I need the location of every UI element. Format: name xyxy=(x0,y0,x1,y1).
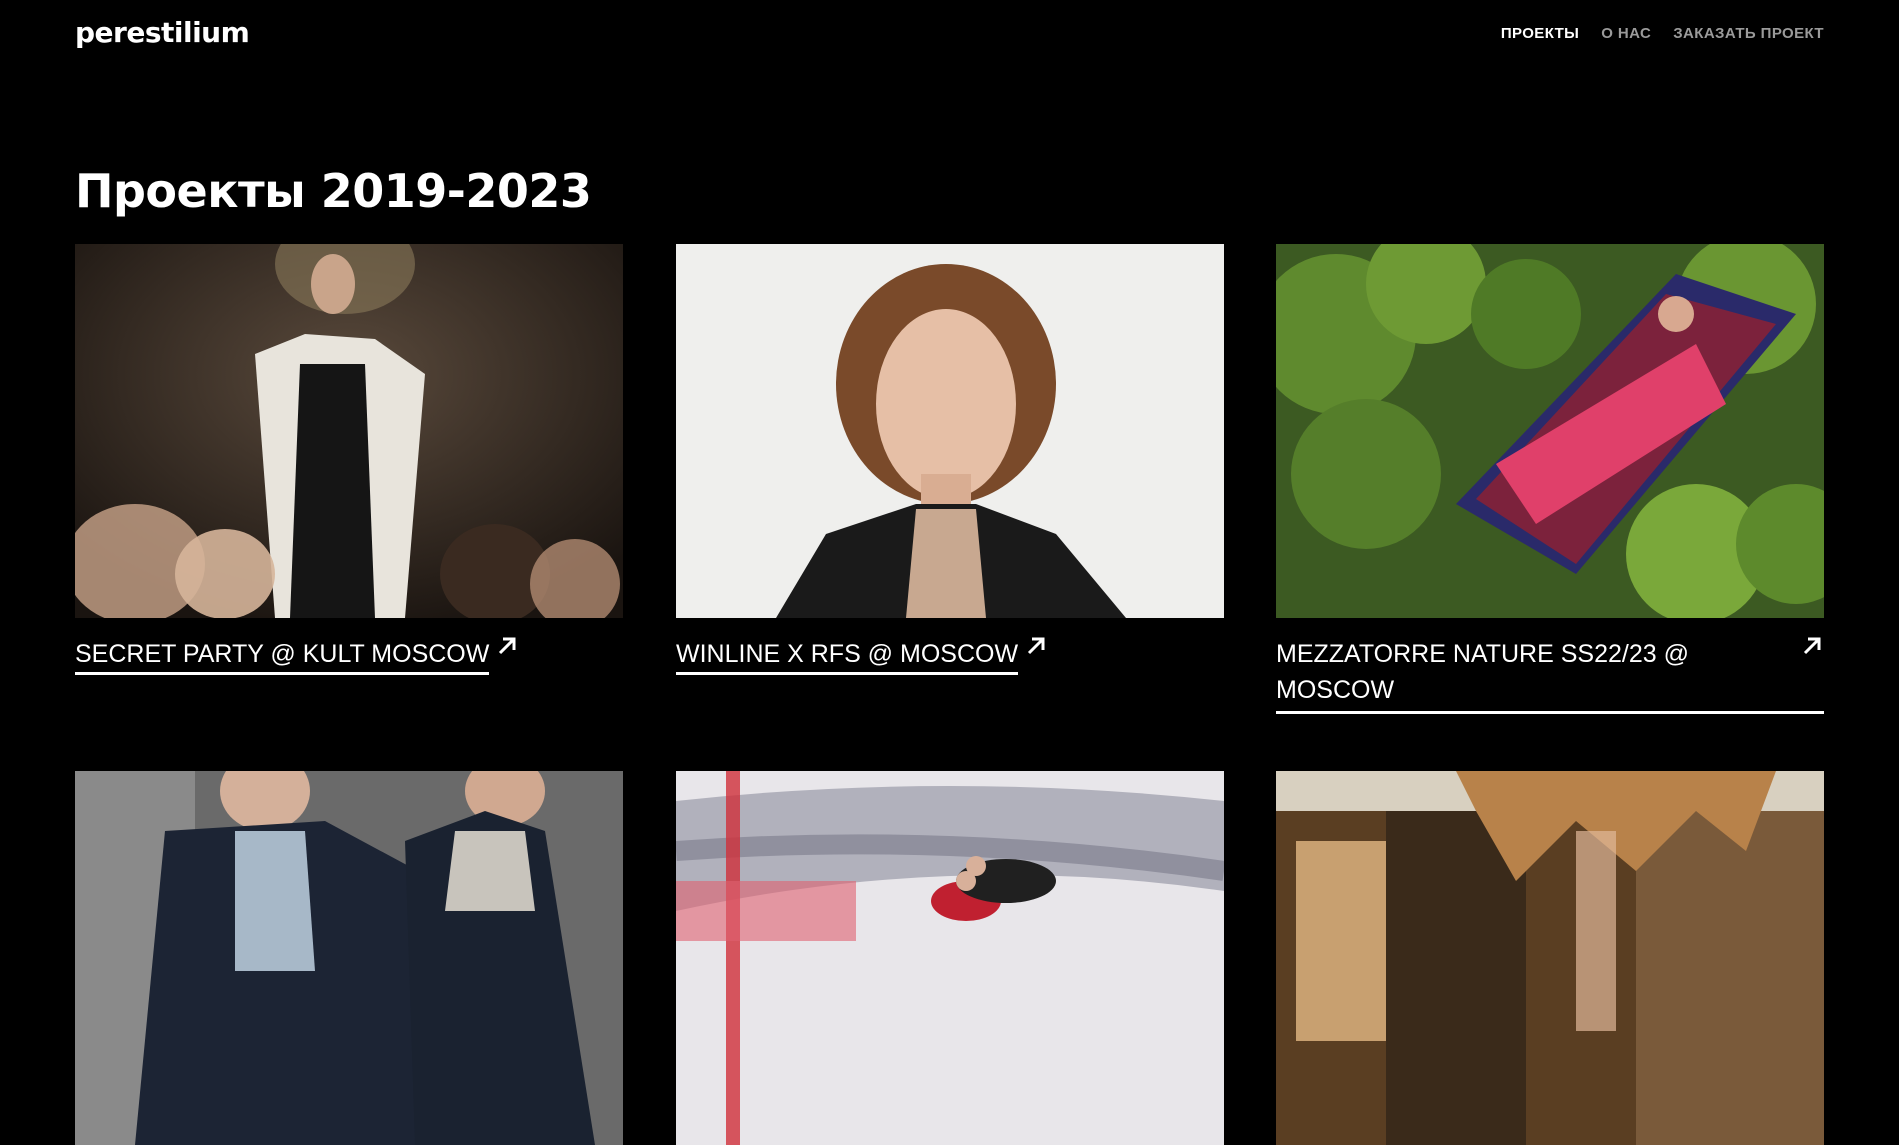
project-card xyxy=(1276,771,1824,1145)
page-title: Проекты 2019-2023 xyxy=(75,164,592,218)
project-image-4[interactable] xyxy=(75,771,623,1145)
project-card xyxy=(75,771,623,1145)
project-title-link[interactable]: WINLINE X RFS @ MOSCOW xyxy=(676,636,1019,675)
project-image-5[interactable] xyxy=(676,771,1224,1145)
project-image-secret-party[interactable] xyxy=(75,244,623,618)
main-nav: ПРОЕКТЫ О НАС ЗАКАЗАТЬ ПРОЕКТ xyxy=(1501,25,1824,42)
project-image-6[interactable] xyxy=(1276,771,1824,1145)
nav-item-order-project[interactable]: ЗАКАЗАТЬ ПРОЕКТ xyxy=(1673,25,1824,42)
project-title-link[interactable]: MEZZATORRE NATURE SS22/23 @ MOSCOW xyxy=(1276,636,1716,708)
project-caption: MEZZATORRE NATURE SS22/23 @ MOSCOW xyxy=(1276,636,1824,714)
project-card: MEZZATORRE NATURE SS22/23 @ MOSCOW xyxy=(1276,244,1824,714)
project-caption: SECRET PARTY @ KULT MOSCOW xyxy=(75,636,519,675)
project-card: WINLINE X RFS @ MOSCOW xyxy=(676,244,1224,675)
project-card: SECRET PARTY @ KULT MOSCOW xyxy=(75,244,623,675)
arrow-up-right-icon[interactable] xyxy=(1800,634,1824,658)
nav-item-about[interactable]: О НАС xyxy=(1601,25,1651,42)
site-logo[interactable]: perestilium xyxy=(75,16,250,49)
project-image-winline-rfs[interactable] xyxy=(676,244,1224,618)
arrow-up-right-icon[interactable] xyxy=(1024,634,1048,658)
project-caption: WINLINE X RFS @ MOSCOW xyxy=(676,636,1048,675)
project-title-link[interactable]: SECRET PARTY @ KULT MOSCOW xyxy=(75,636,490,675)
nav-item-projects[interactable]: ПРОЕКТЫ xyxy=(1501,25,1579,42)
project-card xyxy=(676,771,1224,1145)
caption-underline xyxy=(1276,711,1824,714)
project-image-mezzatorre[interactable] xyxy=(1276,244,1824,618)
arrow-up-right-icon[interactable] xyxy=(495,634,519,658)
